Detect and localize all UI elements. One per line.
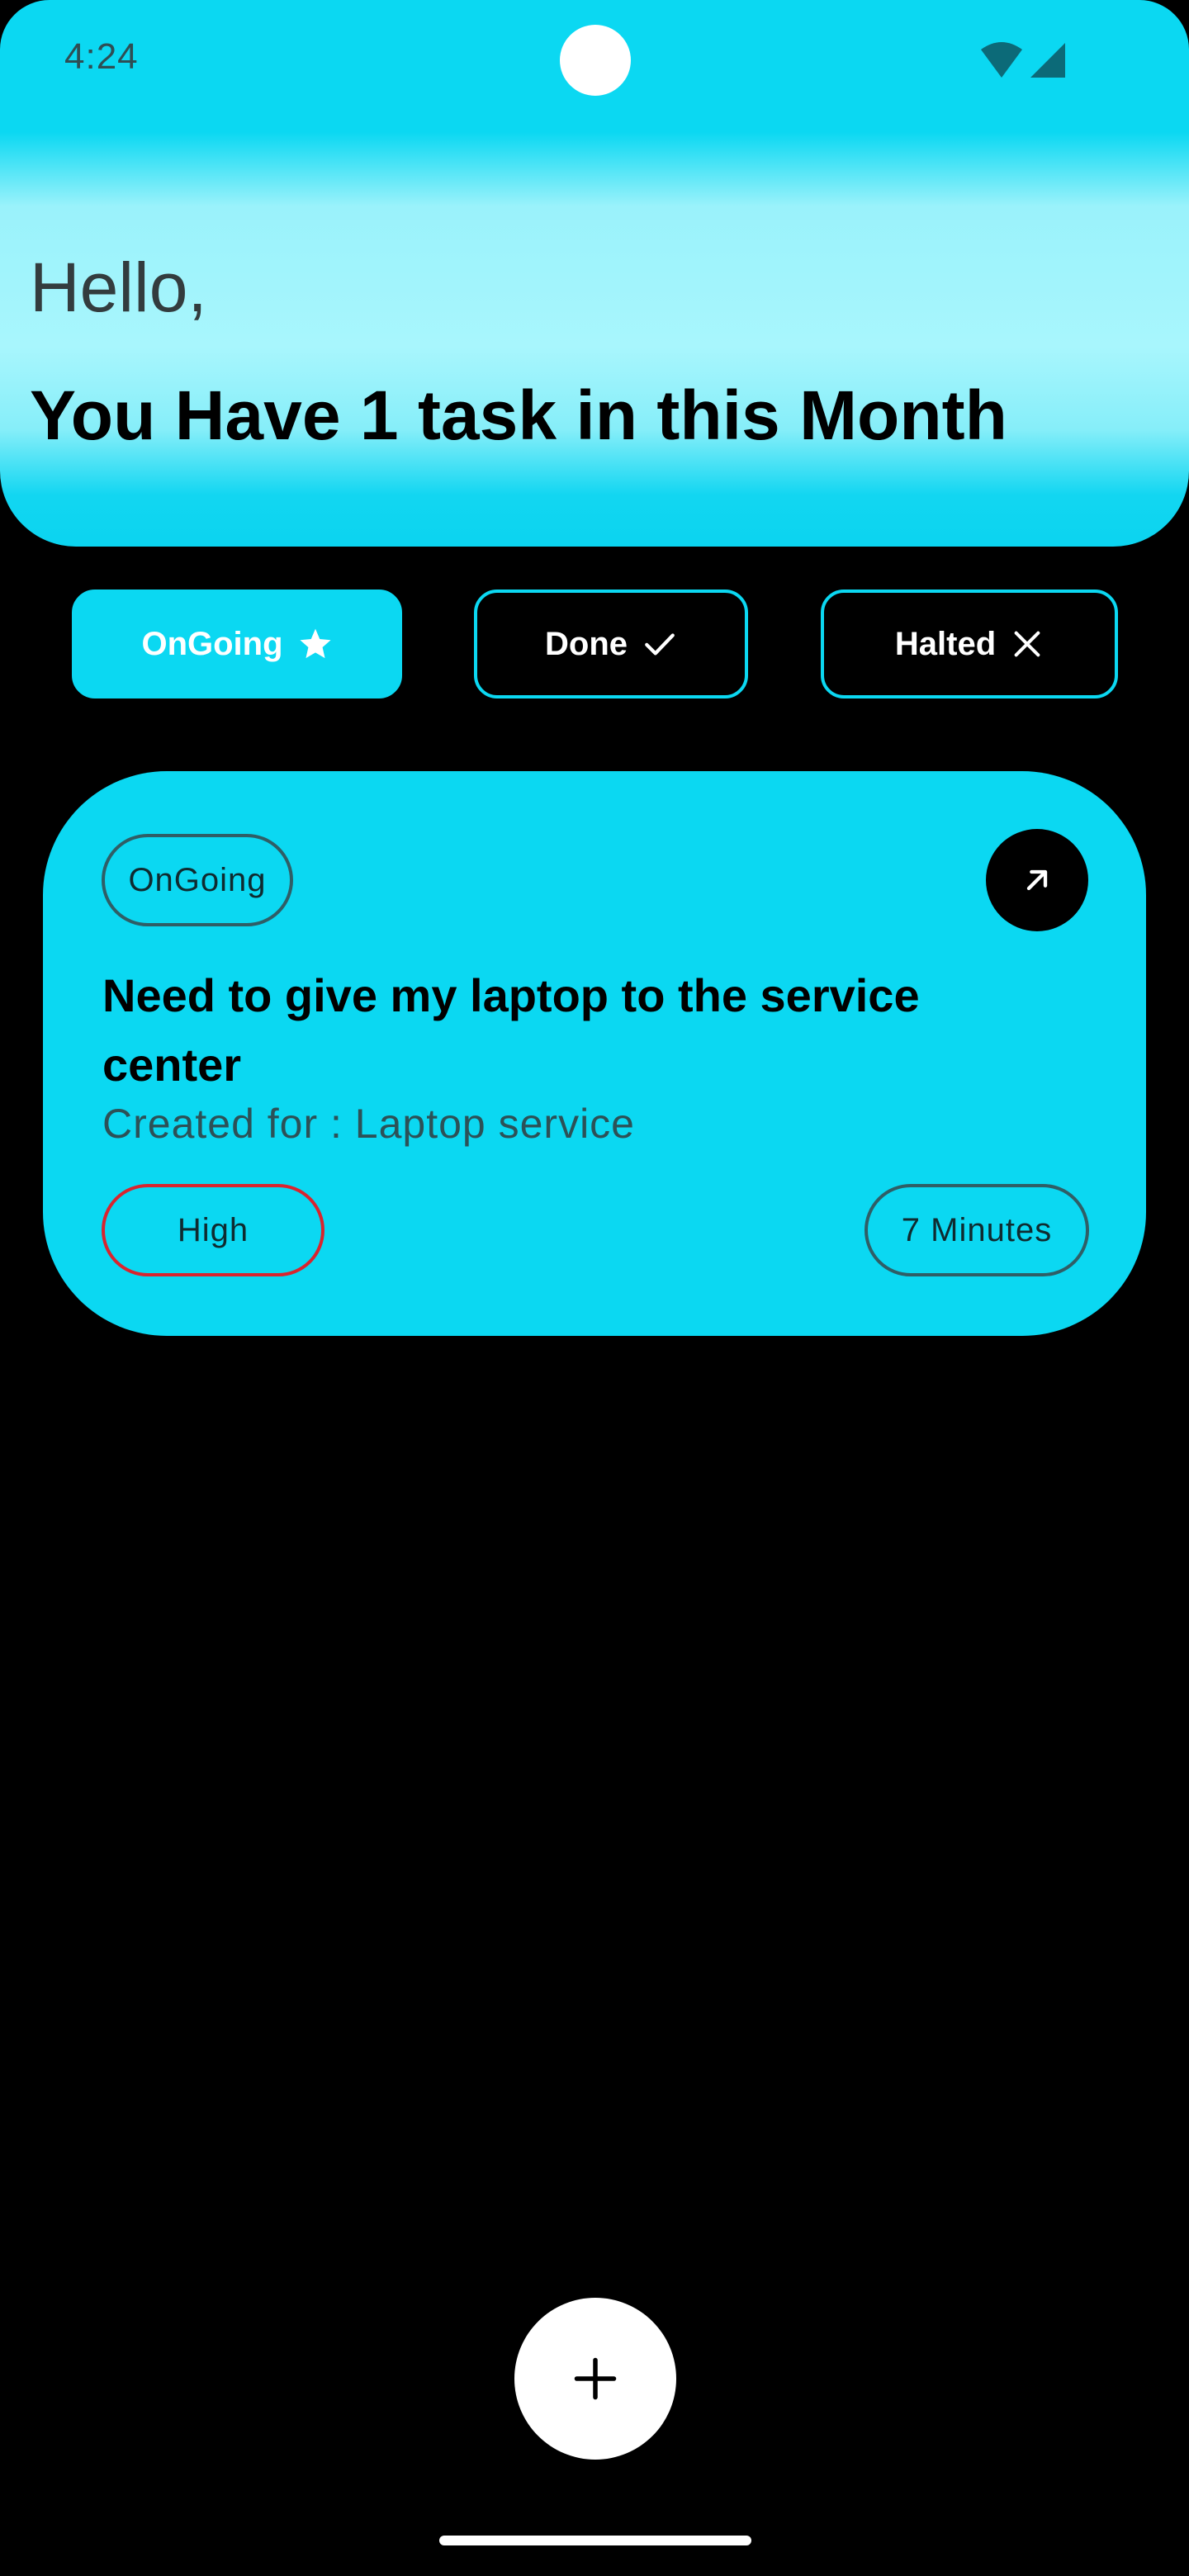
task-subtitle: Created for : Laptop service [102,1101,635,1147]
star-icon [299,628,331,659]
home-indicator[interactable] [439,2536,751,2545]
tab-halted[interactable]: Halted [821,590,1118,698]
open-task-button[interactable] [986,829,1088,931]
arrow-up-right-icon [1026,869,1048,891]
plus-icon [574,2357,617,2400]
priority-badge: High [102,1184,324,1276]
tab-done[interactable]: Done [474,590,748,698]
task-status-label: OnGoing [128,861,267,898]
cellular-signal-icon [1030,43,1065,78]
status-bar-time: 4:24 [64,36,139,77]
wifi-icon [981,42,1022,78]
app-screen: 4:24 Hello, You Have 1 task in this Mont… [0,0,1189,2576]
tab-ongoing-label: OnGoing [141,625,283,662]
duration-badge: 7 Minutes [865,1184,1089,1276]
tab-ongoing[interactable]: OnGoing [72,590,402,698]
task-card[interactable]: OnGoing Need to give my laptop to the se… [43,771,1146,1336]
greeting-text: Hello, [30,249,207,326]
task-count-headline: You Have 1 task in this Month [30,376,1007,454]
task-title: Need to give my laptop to the service ce… [102,969,920,1091]
tab-halted-label: Halted [894,625,997,662]
tab-done-label: Done [545,625,628,662]
camera-cutout [560,25,631,96]
task-status-badge: OnGoing [102,834,293,926]
close-icon [1014,631,1040,657]
checkmark-icon [645,633,675,656]
add-task-button[interactable] [514,2298,676,2460]
header-banner: 4:24 Hello, You Have 1 task in this Mont… [0,0,1189,547]
priority-label: High [177,1211,249,1248]
status-bar-icons [979,40,1070,81]
status-filter-tabs: OnGoing Done Halted [0,590,1189,698]
duration-label: 7 Minutes [901,1211,1053,1248]
